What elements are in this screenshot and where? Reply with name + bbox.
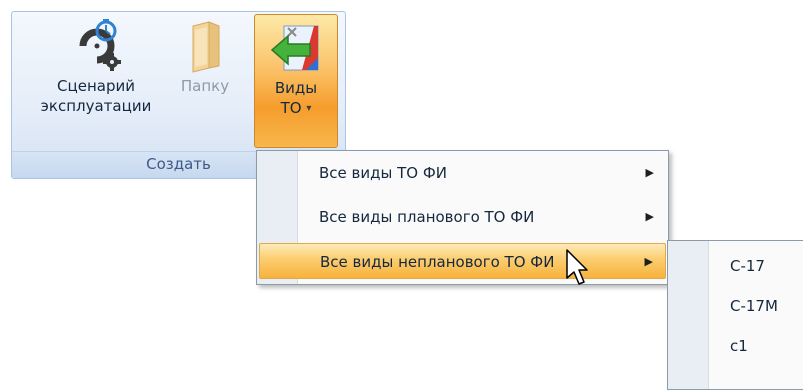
submenu-item[interactable]: С-17	[670, 247, 803, 285]
submenu-item[interactable]: с1	[670, 327, 803, 365]
submenu-item-label: с1	[730, 337, 748, 355]
folder-label: Папку	[180, 77, 230, 95]
types-dropdown-menu: Все виды ТО ФИ ▶ Все виды планового ТО Ф…	[256, 150, 669, 285]
menu-item-label: Все виды планового ТО ФИ	[319, 208, 535, 226]
gear-stopwatch-icon	[79, 19, 121, 71]
submenu-item[interactable]: С-17М	[670, 287, 803, 325]
folder-button[interactable]: Папку	[172, 16, 238, 96]
menu-item-label: Все виды ТО ФИ	[319, 164, 447, 182]
submenu-item-label: С-17	[730, 257, 765, 275]
types-label-line2: ТО ▾	[280, 99, 312, 117]
menu-item-all-types[interactable]: Все виды ТО ФИ ▶	[259, 155, 666, 191]
types-label-line1: Виды	[274, 79, 318, 97]
submenu-item-label: С-17М	[730, 297, 778, 315]
menu-item-planned-types[interactable]: Все виды планового ТО ФИ ▶	[259, 199, 666, 235]
maintenance-types-button[interactable]: Виды ТО ▾	[254, 14, 338, 148]
unplanned-types-submenu: С-17 С-17М с1	[667, 240, 803, 390]
folder-icon	[192, 21, 220, 73]
submenu-arrow-icon: ▶	[645, 210, 654, 223]
submenu-arrow-icon: ▶	[644, 255, 653, 268]
mouse-pointer-icon	[566, 249, 588, 285]
submenu-arrow-icon: ▶	[645, 166, 654, 179]
chevron-down-icon: ▾	[306, 103, 312, 114]
menu-item-unplanned-types[interactable]: Все виды непланового ТО ФИ ▶	[259, 243, 666, 279]
scenario-label-line1: Сценарий	[57, 77, 135, 95]
scenario-button[interactable]: Сценарий эксплуатации	[26, 16, 166, 116]
scenario-label-line2: эксплуатации	[40, 97, 152, 115]
menu-item-label: Все виды непланового ТО ФИ	[320, 253, 555, 271]
green-arrow-icon	[270, 25, 319, 71]
